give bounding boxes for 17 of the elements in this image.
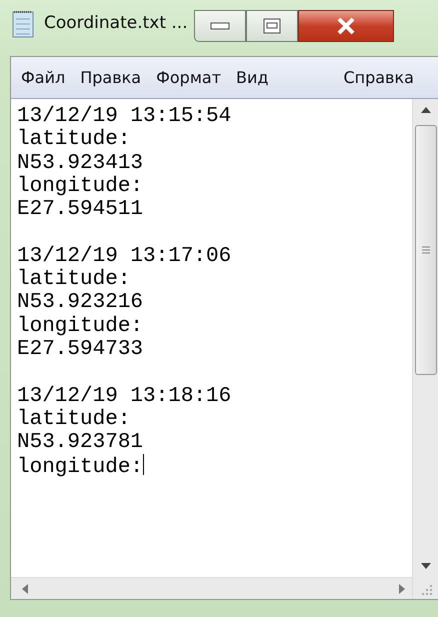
grip-icon: [422, 246, 430, 254]
text-cursor: [143, 454, 144, 476]
menu-item[interactable]: Формат: [150, 61, 230, 96]
close-icon: [336, 17, 356, 35]
text-area[interactable]: 13/12/19 13:15:54 latitude: N53.923413 longitude: E27.594511 13/12/19 13:17:06 latitude: N53.923216 longitude: E27.594733 13/12/19 13:18:16 latitude: N53.923781 longitude:: [11, 99, 412, 577]
menu-item[interactable]: Файл: [15, 61, 74, 96]
maximize-icon: [262, 18, 281, 34]
maximize-button[interactable]: [246, 10, 298, 42]
minimize-button[interactable]: [194, 10, 246, 42]
scrollbar-thumb[interactable]: [414, 125, 436, 375]
window-title: Coordinate.txt ...: [44, 12, 188, 36]
menu-item[interactable]: Справка: [337, 61, 423, 96]
close-button[interactable]: [298, 10, 394, 42]
menu-item[interactable]: Вид: [230, 61, 278, 96]
minimize-icon: [210, 22, 230, 30]
menu-item[interactable]: Правка: [74, 61, 150, 96]
notepad-icon: [10, 9, 36, 39]
